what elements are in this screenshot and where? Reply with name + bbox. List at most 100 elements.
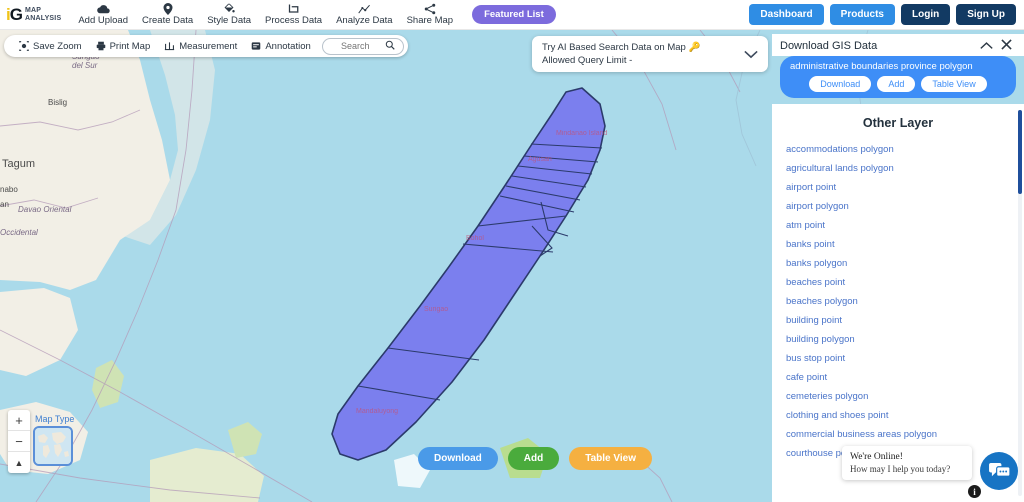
ai-search-banner[interactable]: Try AI Based Search Data on Map 🔑 Allowe… bbox=[532, 36, 768, 72]
layer-list-item[interactable]: banks point bbox=[772, 235, 1024, 254]
map-type-thumbnail[interactable] bbox=[33, 426, 73, 466]
zoom-out-button[interactable]: − bbox=[8, 431, 30, 452]
layer-add-button[interactable]: Add bbox=[877, 76, 916, 92]
world-map-icon bbox=[35, 428, 71, 464]
map-table-view-button[interactable]: Table View bbox=[569, 447, 652, 470]
paint-bucket-icon bbox=[223, 3, 235, 15]
layer-list-item[interactable]: clothing and shoes point bbox=[772, 406, 1024, 425]
layer-list-item[interactable]: commercial business areas polygon bbox=[772, 425, 1024, 444]
tool-label: Measurement bbox=[179, 40, 238, 52]
ai-banner-line-2: Allowed Query Limit - bbox=[542, 55, 633, 66]
measurement-button[interactable]: Measurement bbox=[157, 41, 244, 52]
map-toolbar: Save Zoom Print Map Measurement Annotati… bbox=[4, 35, 408, 57]
ai-banner-line-1: Try AI Based Search Data on Map bbox=[542, 42, 686, 53]
download-gis-data-panel: Download GIS Data administrative boundar… bbox=[772, 34, 1024, 502]
map-type-selector: Map Type bbox=[33, 414, 74, 466]
panel-title: Download GIS Data bbox=[780, 39, 878, 52]
chat-bubble-icon bbox=[988, 462, 1010, 477]
annotation-button[interactable]: Annotation bbox=[244, 41, 317, 52]
layer-list-item[interactable]: beaches point bbox=[772, 273, 1024, 292]
layer-list-item[interactable]: building polygon bbox=[772, 330, 1024, 349]
nav-item-create-data[interactable]: Create Data bbox=[135, 2, 200, 27]
brand-logo[interactable]: iG MAP ANALYSIS bbox=[0, 6, 61, 23]
dashboard-button[interactable]: Dashboard bbox=[749, 4, 824, 25]
tool-label: Save Zoom bbox=[33, 40, 82, 52]
logo-letter-g: G bbox=[9, 5, 23, 24]
crop-edit-icon bbox=[288, 3, 300, 15]
products-button[interactable]: Products bbox=[829, 4, 895, 25]
logo-wordmark: MAP ANALYSIS bbox=[25, 7, 61, 23]
print-map-button[interactable]: Print Map bbox=[89, 41, 158, 52]
layer-list-item[interactable]: atm point bbox=[772, 216, 1024, 235]
close-icon[interactable] bbox=[997, 39, 1016, 52]
analytics-icon bbox=[358, 3, 371, 15]
active-layer-name: administrative boundaries province polyg… bbox=[790, 61, 973, 72]
logo-line-2: ANALYSIS bbox=[24, 14, 62, 22]
active-layer-buttons: Download Add Table View bbox=[788, 76, 1008, 92]
search-icon[interactable] bbox=[385, 37, 395, 55]
nav-label: Style Data bbox=[207, 15, 252, 26]
app-root: iG MAP ANALYSIS Add Upload Create Data S… bbox=[0, 0, 1024, 502]
layer-list-item[interactable]: agricultural lands polygon bbox=[772, 159, 1024, 178]
collapse-icon[interactable] bbox=[976, 40, 997, 52]
printer-icon bbox=[96, 41, 106, 51]
compass-icon[interactable]: ▲ bbox=[8, 452, 30, 473]
other-layer-title: Other Layer bbox=[862, 116, 934, 130]
featured-list-button[interactable]: Featured List bbox=[472, 5, 556, 24]
layer-list[interactable]: Other Layer accommodations polygon agricu… bbox=[772, 104, 1024, 502]
logo-line-1: MAP bbox=[24, 6, 42, 14]
map-action-buttons: Download Add Table View bbox=[418, 447, 652, 470]
layer-list-item[interactable]: cafe point bbox=[772, 368, 1024, 387]
share-icon bbox=[424, 3, 436, 15]
chat-fab-button[interactable] bbox=[980, 452, 1018, 490]
map-add-button[interactable]: Add bbox=[507, 447, 560, 470]
nav-right-actions: Dashboard Products Login Sign Up bbox=[749, 4, 1024, 25]
layer-list-item[interactable]: bus stop point bbox=[772, 349, 1024, 368]
tool-label: Annotation bbox=[265, 40, 311, 52]
layer-list-item[interactable]: banks polygon bbox=[772, 254, 1024, 273]
key-icon: 🔑 bbox=[688, 42, 701, 53]
zoom-in-button[interactable]: + bbox=[8, 410, 30, 431]
note-icon bbox=[251, 41, 261, 51]
nav-label: Analyze Data bbox=[336, 15, 393, 26]
layer-list-item[interactable]: building point bbox=[772, 311, 1024, 330]
layer-list-item[interactable]: cemeteries polygon bbox=[772, 387, 1024, 406]
save-zoom-button[interactable]: Save Zoom bbox=[12, 41, 89, 52]
chat-greeting-line-2: How may I help you today? bbox=[850, 464, 951, 474]
login-button[interactable]: Login bbox=[901, 4, 951, 25]
nav-label: Process Data bbox=[265, 15, 323, 26]
ai-banner-text: Try AI Based Search Data on Map 🔑 Allowe… bbox=[542, 41, 738, 67]
layer-download-button[interactable]: Download bbox=[809, 76, 872, 92]
layer-list-item[interactable]: beaches polygon bbox=[772, 292, 1024, 311]
nav-items: Add Upload Create Data Style Data Proces… bbox=[71, 2, 556, 27]
chat-greeting-bubble[interactable]: We're Online! How may I help you today? bbox=[842, 446, 972, 480]
ruler-icon bbox=[164, 41, 175, 51]
layer-table-view-button[interactable]: Table View bbox=[921, 76, 987, 92]
panel-scrollbar-thumb[interactable] bbox=[1018, 110, 1022, 194]
layer-list-item[interactable]: airport point bbox=[772, 178, 1024, 197]
panel-header: Download GIS Data bbox=[772, 34, 1024, 56]
top-navigation-bar: iG MAP ANALYSIS Add Upload Create Data S… bbox=[0, 0, 1024, 30]
nav-label: Create Data bbox=[141, 15, 194, 26]
nav-item-process-data[interactable]: Process Data bbox=[258, 2, 329, 27]
zoom-controls: + − ▲ bbox=[8, 410, 30, 473]
layer-list-item[interactable]: accommodations polygon bbox=[772, 140, 1024, 159]
search-input[interactable] bbox=[330, 41, 381, 51]
nav-item-analyze-data[interactable]: Analyze Data bbox=[329, 2, 400, 27]
nav-item-share-map[interactable]: Share Map bbox=[400, 2, 460, 27]
nav-item-add-upload[interactable]: Add Upload bbox=[71, 2, 135, 27]
nav-label: Add Upload bbox=[78, 15, 128, 26]
tool-label: Print Map bbox=[109, 40, 151, 52]
info-icon[interactable]: i bbox=[968, 485, 981, 498]
layer-list-item[interactable]: airport polygon bbox=[772, 197, 1024, 216]
logo-mark-icon: iG bbox=[6, 5, 23, 24]
other-layer-section: Other Layer accommodations polygon agricu… bbox=[772, 104, 1024, 502]
cloud-upload-icon bbox=[96, 3, 110, 15]
signup-button[interactable]: Sign Up bbox=[956, 4, 1016, 25]
nav-item-style-data[interactable]: Style Data bbox=[200, 2, 258, 27]
chevron-down-icon[interactable] bbox=[744, 48, 758, 61]
search-field[interactable] bbox=[321, 37, 404, 55]
map-type-label: Map Type bbox=[35, 414, 75, 424]
selected-province-polygon bbox=[331, 87, 606, 461]
map-download-button[interactable]: Download bbox=[418, 447, 498, 470]
